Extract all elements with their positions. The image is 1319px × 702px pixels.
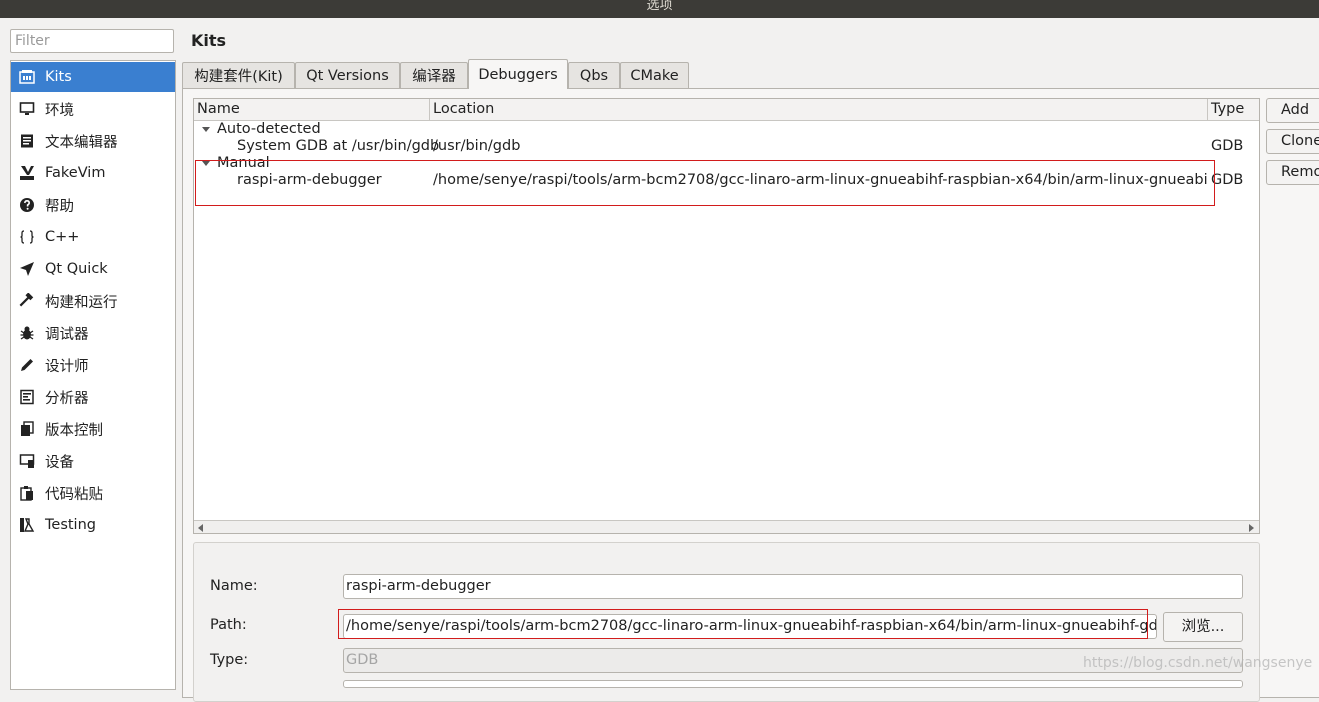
debugger-name-system-gdb[interactable]: System GDB at /usr/bin/gdb (237, 138, 439, 154)
sidebar-item-label: 分析器 (45, 390, 89, 407)
tab-label: 编译器 (412, 69, 456, 85)
tab-label: Debuggers (478, 66, 558, 83)
sidebar-item-debugger[interactable]: 调试器 (11, 318, 175, 348)
sidebar-item-label: Kits (45, 69, 72, 85)
sidebar-item-cpp[interactable]: C++ (11, 222, 175, 252)
analyzer-icon (19, 389, 35, 405)
sidebar-item-label: 设计师 (45, 358, 89, 375)
sidebar-item-label: FakeVim (45, 165, 106, 181)
name-label: Name: (210, 578, 258, 594)
device-icon (19, 453, 35, 469)
help-icon (19, 197, 35, 213)
clone-button[interactable]: Clone (1266, 129, 1319, 154)
sidebar-item-label: 构建和运行 (45, 294, 118, 311)
horizontal-scrollbar[interactable] (194, 520, 1259, 533)
debuggers-tree[interactable]: Name Location Type Auto-detected System … (193, 98, 1260, 534)
scroll-right-icon[interactable] (1249, 524, 1254, 532)
options-category-list[interactable]: Kits 环境 文本编辑器 FakeVim 帮助 C++ Qt Quick 构建… (10, 60, 176, 690)
braces-icon (19, 229, 35, 245)
browse-button[interactable]: 浏览... (1163, 612, 1243, 642)
debugger-name-raspi[interactable]: raspi-arm-debugger (237, 172, 382, 188)
type-label: Type: (210, 652, 249, 668)
tab-debuggers[interactable]: Debuggers (468, 59, 568, 89)
sidebar-item-testing[interactable]: Testing (11, 510, 175, 540)
monitor-icon (19, 101, 35, 117)
column-header-type[interactable]: Type (1208, 99, 1259, 120)
path-field[interactable]: /home/senye/raspi/tools/arm-bcm2708/gcc-… (343, 614, 1157, 639)
sidebar-item-kits[interactable]: Kits (11, 62, 175, 92)
tree-header: Name Location Type (194, 99, 1259, 121)
sidebar-item-fakevim[interactable]: FakeVim (11, 158, 175, 188)
fakevim-icon (19, 165, 35, 181)
sidebar-item-environment[interactable]: 环境 (11, 94, 175, 124)
tab-cmake[interactable]: CMake (620, 62, 689, 88)
sidebar-item-build-run[interactable]: 构建和运行 (11, 286, 175, 316)
tab-label: Qbs (579, 67, 609, 84)
remove-button[interactable]: Remove (1266, 160, 1319, 185)
sidebar-item-code-paste[interactable]: 代码粘贴 (11, 478, 175, 508)
scroll-left-icon[interactable] (198, 524, 203, 532)
page-title: Kits (191, 31, 227, 50)
next-field[interactable] (343, 680, 1243, 688)
sidebar-item-analyzer[interactable]: 分析器 (11, 382, 175, 412)
testing-icon (19, 517, 35, 533)
filter-input[interactable]: Filter (10, 29, 174, 53)
window-title: 选项 (646, 0, 673, 13)
sidebar-item-devices[interactable]: 设备 (11, 446, 175, 476)
sidebar-item-label: 帮助 (45, 198, 74, 215)
qt-quick-icon (19, 261, 35, 277)
sidebar-item-text-editor[interactable]: 文本编辑器 (11, 126, 175, 156)
hammer-icon (19, 293, 35, 309)
sidebar-item-help[interactable]: 帮助 (11, 190, 175, 220)
add-button[interactable]: Add (1266, 98, 1319, 123)
sidebar-item-version-control[interactable]: 版本控制 (11, 414, 175, 444)
name-field[interactable]: raspi-arm-debugger (343, 574, 1243, 599)
sidebar-item-designer[interactable]: 设计师 (11, 350, 175, 380)
window-title-bar: 选项 (0, 0, 1319, 18)
debugger-type-raspi[interactable]: GDB (1211, 172, 1243, 188)
version-control-icon (19, 421, 35, 437)
debugger-location-system-gdb[interactable]: /usr/bin/gdb (433, 138, 520, 154)
tab-kits[interactable]: 构建套件(Kit) (182, 62, 295, 88)
debugger-type-system-gdb[interactable]: GDB (1211, 138, 1243, 154)
bug-icon (19, 325, 35, 341)
column-header-location[interactable]: Location (430, 99, 1208, 120)
sidebar-item-label: 文本编辑器 (45, 134, 118, 151)
pencil-icon (19, 357, 35, 373)
sidebar-item-label: C++ (45, 229, 80, 245)
expand-arrow-icon[interactable] (202, 161, 210, 166)
tab-qbs[interactable]: Qbs (568, 62, 620, 88)
tab-label: Qt Versions (306, 67, 389, 84)
sidebar-item-label: 代码粘贴 (45, 486, 103, 503)
path-label: Path: (210, 617, 247, 633)
sidebar-item-label: Qt Quick (45, 261, 108, 277)
tab-compilers[interactable]: 编译器 (400, 62, 468, 88)
text-editor-icon (19, 133, 35, 149)
watermark-text: https://blog.csdn.net/wangsenye (1083, 655, 1313, 671)
sidebar-item-label: 设备 (45, 454, 74, 471)
tree-group-manual[interactable]: Manual (217, 155, 270, 171)
kits-icon (19, 69, 35, 85)
sidebar-item-label: 版本控制 (45, 422, 103, 439)
tab-label: CMake (630, 67, 679, 84)
sidebar-item-label: 环境 (45, 102, 74, 119)
debugger-location-raspi[interactable]: /home/senye/raspi/tools/arm-bcm2708/gcc-… (433, 172, 1207, 188)
filter-placeholder: Filter (15, 33, 50, 49)
sidebar-item-label: 调试器 (45, 326, 89, 343)
tab-qt-versions[interactable]: Qt Versions (295, 62, 400, 88)
sidebar-item-label: Testing (45, 517, 96, 533)
tree-group-auto-detected[interactable]: Auto-detected (217, 121, 321, 137)
expand-arrow-icon[interactable] (202, 127, 210, 132)
column-header-name[interactable]: Name (194, 99, 430, 120)
sidebar-item-qt-quick[interactable]: Qt Quick (11, 254, 175, 284)
tab-label: 构建套件(Kit) (194, 69, 283, 85)
code-paste-icon (19, 485, 35, 501)
